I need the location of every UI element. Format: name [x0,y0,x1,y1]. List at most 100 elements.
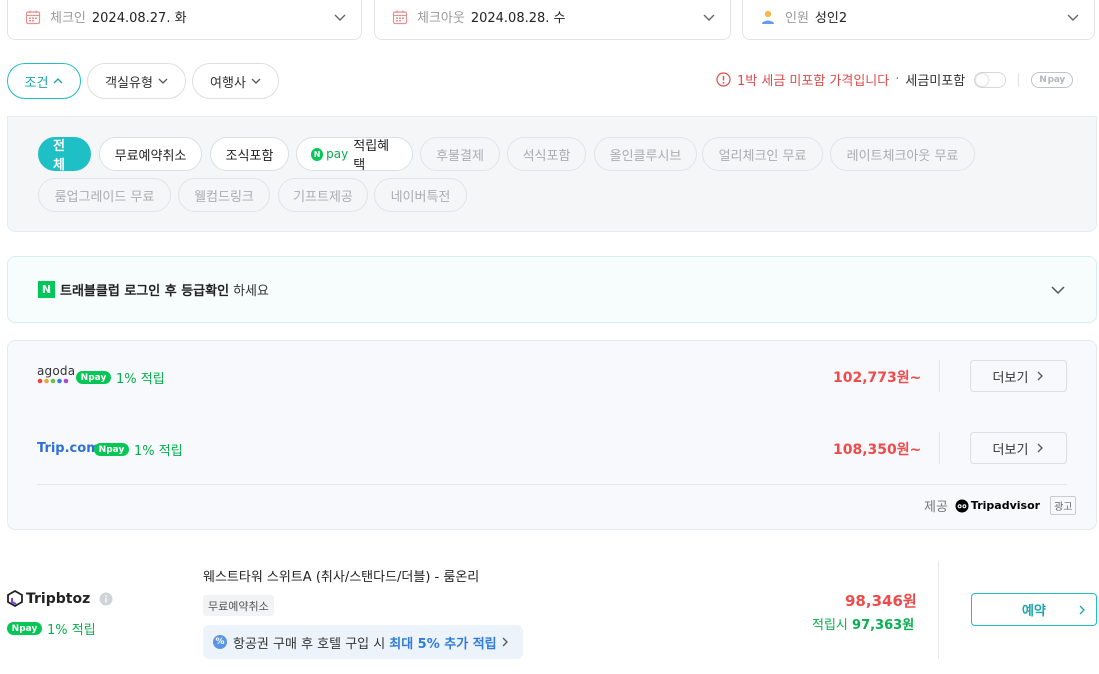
condition-all-inclusive-label: 올인클루시브 [609,148,682,164]
condition-late-checkout[interactable]: 레이트체크아웃 무료 [830,137,975,171]
naver-logo-icon: N [38,281,55,298]
condition-welcome-drink[interactable]: 웰컴드링크 [178,178,270,212]
filter-agency[interactable]: 여행사 [192,63,279,99]
checkout-value: 2024.08.28. 수 [470,11,566,26]
tripcom-more-button[interactable]: 더보기 [970,432,1067,464]
agoda-logo: agoda [37,365,75,384]
person-icon [759,8,777,26]
checkin-value: 2024.08.27. 화 [91,11,187,26]
condition-breakfast[interactable]: 조식포함 [210,137,289,171]
condition-naver-special[interactable]: 네이버특전 [374,178,467,212]
promo-text: 항공권 구매 후 호텔 구입 시 [233,636,386,652]
condition-rewards-pay: pay [326,147,349,161]
condition-late-checkout-label: 레이트체크아웃 무료 [846,148,959,164]
checkout-field[interactable]: 체크아웃 2024.08.28. 수 [374,0,731,40]
calendar-icon [24,8,42,26]
travel-club-banner[interactable]: N 트래블클럽 로그인 후 등급확인 하세요 [7,256,1097,323]
tax-warning: 1박 세금 미포함 가격입니다 [737,74,890,89]
tripbtoz-points: Npay 1% 적립 [7,619,96,638]
provided-label: 제공 [924,500,948,515]
condition-pay-later-label: 후불결제 [436,148,484,164]
filter-condition-label: 조건 [24,75,49,91]
room-title[interactable]: 웨스트타워 스위트A (취사/스탠다드/더블) - 룸온리 [203,566,479,585]
guests-label: 인원 [785,11,809,26]
divider [939,360,940,392]
chevron-up-icon [53,78,63,84]
condition-naver-special-label: 네이버특전 [390,189,451,205]
condition-early-checkin-label: 얼리체크인 무료 [718,148,807,164]
filter-condition[interactable]: 조건 [7,63,81,99]
promo-highlight: 최대 5% 추가 적립 [389,636,497,652]
chevron-right-icon [1037,371,1044,381]
condition-welcome-drink-label: 웰컴드링크 [194,189,254,205]
npay-n-icon: N [311,147,324,161]
filter-room-type-label: 객실유형 [105,75,153,91]
condition-room-upgrade[interactable]: 룸업그레이드 무료 [38,178,171,212]
condition-all[interactable]: 전체 [38,137,91,173]
npay-badge-pay: pay [106,444,125,455]
tripadvisor-brand: Tripadvisor [970,499,1041,512]
agoda-points-text: 1% 적립 [116,372,165,387]
book-label: 예약 [1022,604,1046,619]
ad-badge: 광고 [1050,496,1077,515]
info-icon[interactable] [99,592,113,606]
book-button[interactable]: 예약 [971,593,1097,626]
chevron-down-icon [1067,14,1079,21]
tripbtoz-logo: Tripbtoz [7,590,113,607]
calendar-icon [391,8,409,26]
filter-agency-label: 여행사 [210,75,246,91]
chevron-down-icon [334,14,346,21]
offer-row-agoda: agoda Npay 1% 적립 102,773원~ 더보기 [8,341,1096,411]
tripcom-more-label: 더보기 [992,442,1029,458]
chevron-right-icon [1037,443,1044,453]
room-points-price-value: 97,363원 [852,618,915,633]
condition-free-cancel[interactable]: 무료예약취소 [99,137,202,171]
condition-rewards-label: 적립혜택 [353,139,390,173]
tax-toggle[interactable] [974,71,1007,88]
divider [938,561,939,659]
divider [939,432,940,464]
condition-rewards[interactable]: N pay 적립혜택 [296,137,413,173]
tripcom-points-text: 1% 적립 [134,444,183,459]
agoda-dots-icon [37,378,69,384]
chevron-down-icon [703,14,715,21]
checkin-field[interactable]: 체크인 2024.08.27. 화 [7,0,362,40]
condition-early-checkin[interactable]: 얼리체크인 무료 [702,137,823,171]
condition-free-cancel-label: 무료예약취소 [114,148,187,164]
npay-badge-n: N [11,623,20,634]
agoda-points: Npay 1% 적립 [76,368,165,387]
divider [1018,72,1020,87]
condition-room-upgrade-label: 룸업그레이드 무료 [54,189,155,205]
flight-promo-banner[interactable]: % 항공권 구매 후 호텔 구입 시 최대 5% 추가 적립 [203,625,523,659]
npay-badge: Npay [94,443,129,456]
tripcom-logo: Trip.com [37,441,100,456]
npay-logo-text: pay [1047,74,1066,85]
tripbtoz-points-text: 1% 적립 [47,623,96,638]
separator-dot: · [895,72,900,87]
agoda-more-label: 더보기 [992,370,1029,386]
tax-note: 1박 세금 미포함 가격입니다 · 세금미포함 Npay [716,70,1074,89]
club-rest-text: 하세요 [233,284,269,299]
room-points-price-label: 적립시 [812,618,848,633]
npay-logo-n: N [1039,74,1047,85]
condition-pay-later[interactable]: 후불결제 [420,137,500,171]
npay-badge: Npay [7,622,42,635]
checkin-label: 체크인 [50,11,86,26]
condition-dinner[interactable]: 석식포함 [507,137,586,171]
guests-field[interactable]: 인원 성인2 [742,0,1095,40]
tax-toggle-label: 세금미포함 [905,74,966,89]
agoda-more-button[interactable]: 더보기 [970,360,1067,392]
tripcom-points: Npay 1% 적립 [94,440,183,459]
npay-badge-n: N [80,372,89,383]
divider [37,484,1067,485]
condition-panel: 전체 무료예약취소 조식포함 N pay 적립혜택 후불결제 석식포함 올인클루… [7,116,1097,232]
condition-all-label: 전체 [53,139,65,173]
chevron-right-icon [502,637,508,647]
chevron-down-icon[interactable] [1050,282,1066,298]
provided-by: 제공 Tripadvisor 광고 [924,496,1077,515]
filter-room-type[interactable]: 객실유형 [87,63,186,99]
warning-icon [716,72,731,87]
condition-all-inclusive[interactable]: 올인클루시브 [594,137,697,171]
condition-gift[interactable]: 기프트제공 [278,178,368,212]
chevron-down-icon [251,78,261,84]
